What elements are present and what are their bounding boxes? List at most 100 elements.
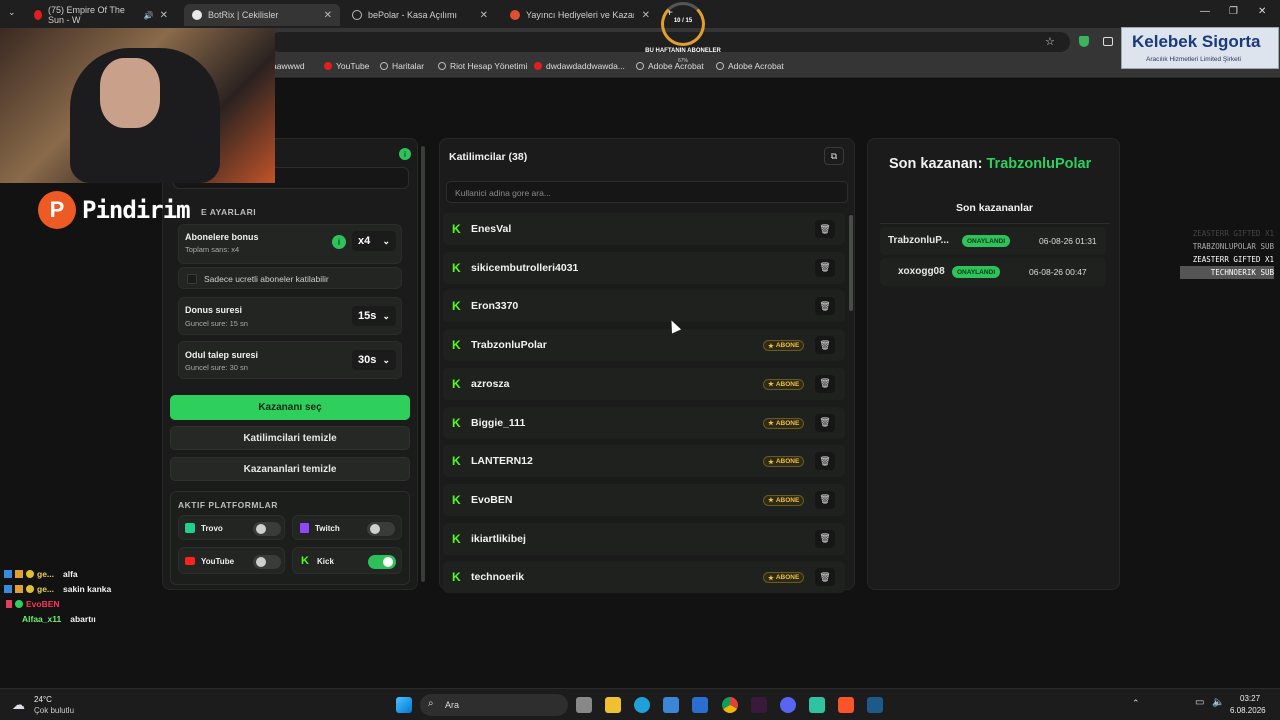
pick-winner-button[interactable]: Kazananı seç	[170, 395, 410, 420]
file-explorer-icon[interactable]	[605, 697, 621, 713]
close-icon[interactable]: ✕	[324, 10, 332, 21]
badge-label: ABONE	[775, 380, 800, 388]
chat-user: Alfaa_x11	[22, 614, 62, 624]
delete-icon[interactable]: 🗑	[815, 413, 835, 432]
claim-time-select[interactable]: 30s ⌄	[352, 350, 396, 370]
task-view-icon[interactable]	[576, 697, 592, 713]
brave-icon[interactable]	[838, 697, 854, 713]
tab-youtube[interactable]: (75) Empire Of The Sun - W 🔊 ✕	[26, 4, 176, 26]
network-icon[interactable]: ▭	[1195, 697, 1204, 708]
delete-icon[interactable]: 🗑	[815, 258, 835, 277]
platform-name: YouTube	[201, 557, 235, 566]
polar-favicon-icon	[510, 10, 520, 20]
kick-icon: K	[452, 260, 461, 275]
settings-scrollbar[interactable]	[421, 146, 425, 582]
search-input[interactable]: Kullanici adina gore ara...	[446, 181, 848, 203]
kick-icon: K	[452, 492, 461, 507]
pindirim-logo: P Pindirim	[38, 191, 191, 229]
chevron-up-icon[interactable]: ⌃	[1132, 698, 1140, 709]
globe-icon	[380, 62, 388, 70]
tab-bepolar[interactable]: bePolar - Kasa Açılımı ✕	[344, 4, 496, 26]
paid-only-card[interactable]: Sadece ucretli aboneler katilabilir	[178, 267, 402, 289]
chat-text: abartıı	[70, 614, 96, 624]
ticker-item: TECHNOERIK SUB	[1180, 266, 1274, 279]
window-close-icon[interactable]: ✕	[1258, 6, 1266, 17]
bookmark-item[interactable]: YouTube	[324, 61, 369, 71]
delete-icon[interactable]: 🗑	[815, 220, 835, 238]
chrome-icon[interactable]	[722, 697, 738, 713]
goal-label: BU HAFTANIN ABONELER	[645, 48, 721, 54]
chevron-down-icon: ⌄	[382, 354, 390, 365]
kick-toggle[interactable]	[368, 555, 396, 569]
edge-icon[interactable]	[634, 697, 650, 713]
close-icon[interactable]: ✕	[160, 10, 168, 21]
info-icon[interactable]: i	[332, 235, 346, 249]
kick-icon: K	[452, 570, 461, 585]
platform-name: Trovo	[201, 524, 223, 533]
tab-title: (75) Empire Of The Sun - W	[48, 5, 125, 25]
weather-temp: 24°C	[34, 695, 52, 704]
windows-start-icon[interactable]	[396, 697, 412, 713]
participants-scrollbar[interactable]	[849, 215, 853, 311]
bookmark-item[interactable]: Haritalar	[380, 61, 424, 71]
platform-name: Twitch	[315, 524, 340, 533]
sponsor-sub: Aracılık Hizmetleri Limited Şirketi	[1146, 56, 1241, 63]
steam-icon[interactable]	[867, 697, 883, 713]
badge-label: ABONE	[775, 419, 800, 427]
copy-icon[interactable]: ⧉	[824, 147, 844, 165]
badge-label: ABONE	[775, 574, 800, 582]
clear-participants-button[interactable]: Katilimcilari temizle	[170, 426, 410, 450]
mail-icon[interactable]	[692, 697, 708, 713]
bonus-time-select[interactable]: 15s ⌄	[352, 306, 396, 326]
minimize-icon[interactable]: —	[1200, 6, 1210, 17]
star-icon: ★	[768, 458, 774, 466]
shield-extension-icon[interactable]	[1079, 36, 1089, 47]
bookmark-item[interactable]: dwdawdaddwawda...	[534, 61, 625, 71]
bookmark-item[interactable]: Riot Hesap Yönetimi	[438, 61, 527, 71]
extension-icon[interactable]	[1103, 37, 1113, 46]
approved-badge: ONAYLANDI	[952, 266, 1001, 278]
participant-row: K LANTERN12 ★ ABONE 🗑	[443, 445, 845, 478]
winner-name: xoxogg08	[898, 266, 945, 277]
delete-icon[interactable]: 🗑	[815, 529, 835, 548]
delete-icon[interactable]: 🗑	[815, 297, 835, 316]
delete-icon[interactable]: 🗑	[815, 452, 835, 471]
tab-list-chevron-icon[interactable]: ⌄	[8, 7, 16, 18]
kick-icon: K	[452, 222, 461, 236]
star-icon[interactable]: ☆	[1045, 35, 1055, 48]
discord-icon[interactable]	[780, 697, 796, 713]
tab-botrix[interactable]: BotRix | Cekilisler ✕	[184, 4, 340, 26]
app-icon[interactable]	[751, 697, 767, 713]
store-icon[interactable]	[663, 697, 679, 713]
bookmark-item[interactable]: aawwwd	[272, 61, 305, 71]
delete-icon[interactable]: 🗑	[815, 568, 835, 587]
participant-row: K TrabzonluPolar ★ ABONE 🗑	[443, 329, 845, 362]
clear-winners-button[interactable]: Kazananlari temizle	[170, 457, 410, 481]
trovo-toggle[interactable]	[253, 522, 281, 536]
volume-icon[interactable]: 🔈	[1212, 697, 1224, 708]
chat-user: ge...	[37, 569, 55, 579]
app-icon[interactable]	[809, 697, 825, 713]
participant-row: K Biggie_111 ★ ABONE 🗑	[443, 406, 845, 439]
last-winner-heading: Son kazanan: TrabzonluPolar	[889, 156, 1091, 172]
sub-bonus-select[interactable]: x4 ⌄	[352, 231, 396, 251]
chat-user: ge...	[37, 584, 55, 594]
maximize-icon[interactable]: ❐	[1229, 6, 1238, 17]
ticker-item: ZEASTERR GIFTED X1	[1192, 255, 1274, 264]
delete-icon[interactable]: 🗑	[815, 374, 835, 393]
youtube-toggle[interactable]	[253, 555, 281, 569]
delete-icon[interactable]: 🗑	[815, 336, 835, 355]
tab-title: bePolar - Kasa Açılımı	[368, 10, 458, 20]
clock-date[interactable]: 6.08.2026	[1230, 706, 1266, 715]
twitch-toggle[interactable]	[367, 522, 395, 536]
clock-time[interactable]: 03:27	[1240, 694, 1260, 703]
delete-icon[interactable]: 🗑	[815, 490, 835, 509]
pindirim-p-icon: P	[38, 191, 76, 229]
paid-only-checkbox[interactable]	[187, 274, 197, 284]
close-icon[interactable]: ✕	[480, 10, 488, 21]
badge-icon	[26, 585, 34, 593]
participant-name: TrabzonluPolar	[471, 339, 547, 352]
speaker-icon[interactable]: 🔊	[144, 11, 154, 20]
tab-title: BotRix | Cekilisler	[208, 10, 279, 20]
taskbar-search[interactable]: ⌕ Ara	[420, 694, 568, 716]
